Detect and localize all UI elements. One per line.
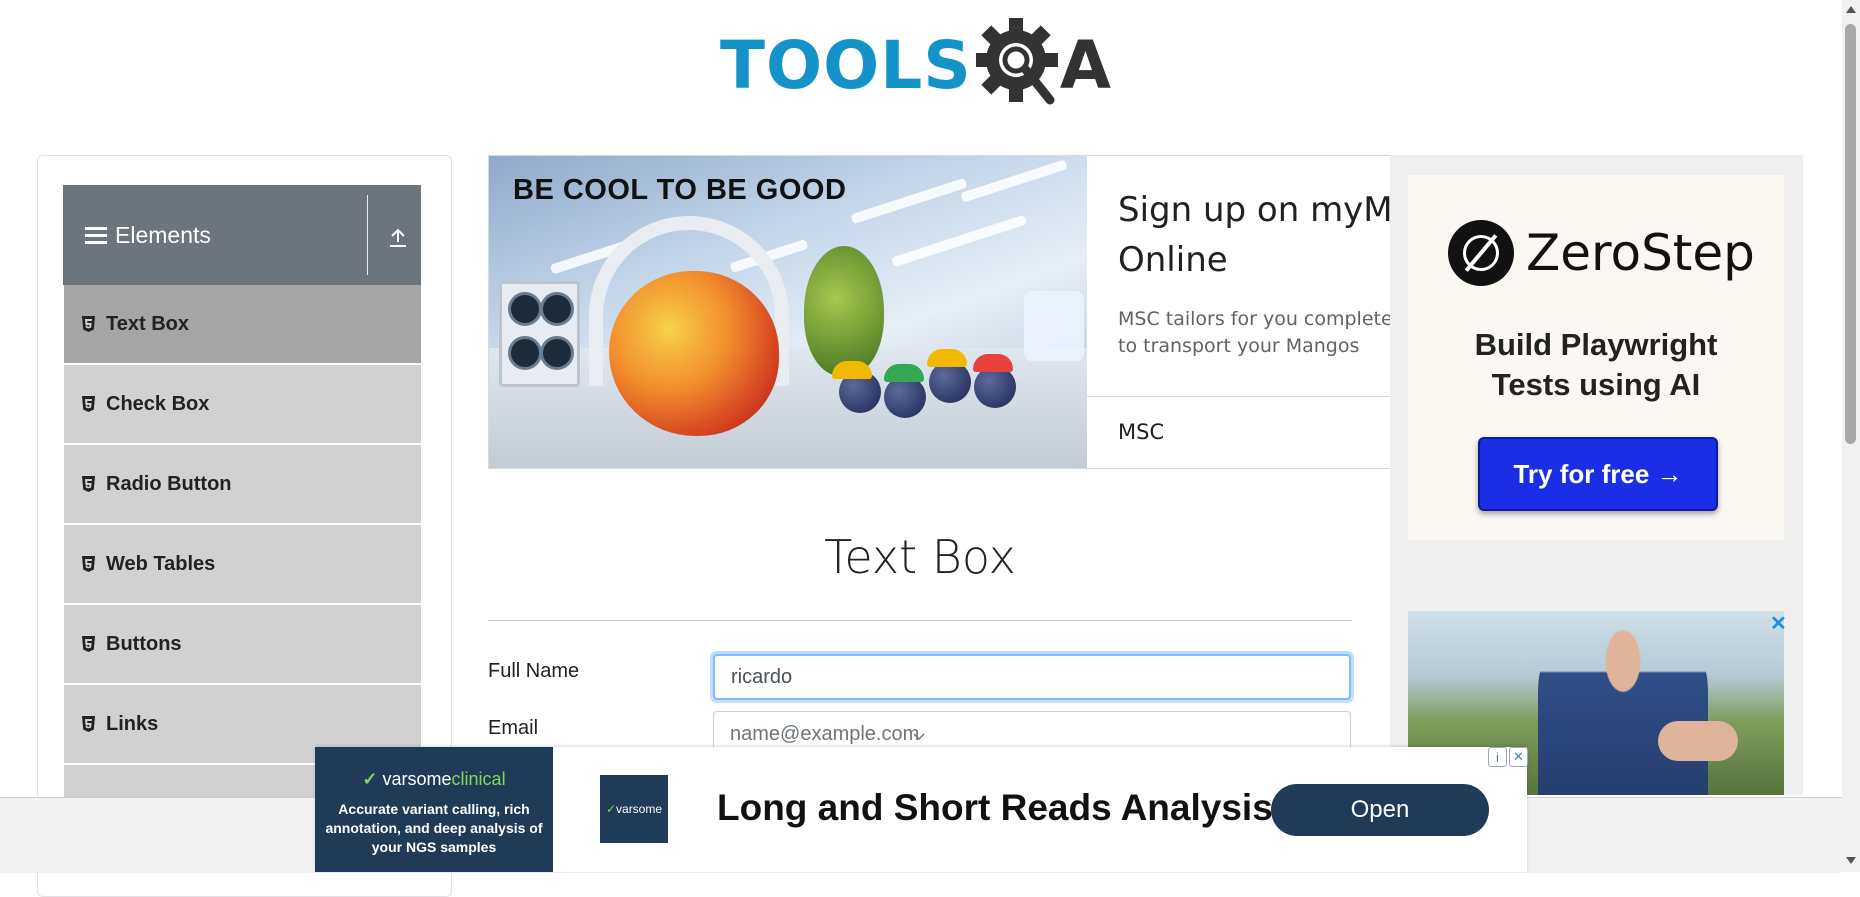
- varsome-brand-main: varsome: [382, 769, 452, 789]
- varsome-ad[interactable]: ✓ varsomeclinical Accurate variant calli…: [315, 747, 1528, 872]
- zerostep-tagline-line1: Build Playwright: [1474, 327, 1718, 362]
- adchoices[interactable]: i ✕: [1488, 747, 1528, 767]
- varsome-brand-sub: clinical: [451, 769, 506, 789]
- html5-icon: [82, 556, 95, 572]
- scroll-up-arrow-icon[interactable]: [1846, 6, 1856, 13]
- autofill-chevron-icon: [913, 733, 925, 741]
- sidebar-item-text-box[interactable]: Text Box: [64, 285, 421, 364]
- sidebar-group-elements[interactable]: Elements: [63, 185, 421, 285]
- toolsqa-logo[interactable]: TOOLS A: [720, 18, 1111, 114]
- scrollbar-thumb[interactable]: [1845, 24, 1856, 444]
- html5-icon: [82, 636, 95, 652]
- sidebar-item-label: Radio Button: [106, 472, 232, 495]
- collapse-arrow-up-icon[interactable]: [389, 227, 407, 247]
- sidebar-item-label: Buttons: [106, 632, 182, 655]
- banner-ad-image: BE COOL TO BE GOOD: [489, 156, 1087, 468]
- title-divider: [488, 620, 1352, 621]
- ad-info-icon[interactable]: i: [1488, 747, 1507, 767]
- html5-icon: [82, 476, 95, 492]
- header-divider: [367, 195, 368, 275]
- banner-ad-description-line1: MSC tailors for you complete: [1118, 308, 1390, 330]
- sidebar-item-web-tables[interactable]: Web Tables: [64, 525, 421, 604]
- zerostep-logo-icon: [1448, 220, 1514, 286]
- zerostep-tagline-line2: Tests using AI: [1491, 367, 1701, 402]
- varsome-headline: Long and Short Reads Analysis: [717, 787, 1273, 828]
- sidebar-item-label: Check Box: [106, 392, 210, 415]
- close-ad-icon[interactable]: ✕: [1770, 611, 1787, 636]
- sidebar-item-radio-button[interactable]: Radio Button: [64, 445, 421, 524]
- zerostep-ad-card[interactable]: ZeroStep Build Playwright Tests using AI…: [1408, 175, 1784, 540]
- varsome-thumbnail-text: varsome: [616, 802, 663, 816]
- zerostep-logo: ZeroStep: [1448, 220, 1755, 286]
- sidebar-item-buttons[interactable]: Buttons: [64, 605, 421, 684]
- zerostep-tagline: Build Playwright Tests using AI: [1408, 325, 1784, 405]
- hamburger-icon: [85, 226, 107, 244]
- sidebar-item-label: Links: [106, 712, 159, 735]
- full-name-input[interactable]: [713, 654, 1351, 700]
- varsome-ad-left-panel: ✓ varsomeclinical Accurate variant calli…: [315, 747, 553, 872]
- full-name-label: Full Name: [488, 660, 580, 682]
- varsome-brand: ✓ varsomeclinical: [362, 769, 506, 789]
- open-button[interactable]: Open: [1271, 784, 1489, 836]
- banner-ad-description-line2: to transport your Mangos: [1118, 335, 1360, 357]
- side-ad[interactable]: ZeroStep Build Playwright Tests using AI…: [1390, 155, 1803, 795]
- ad-close-icon[interactable]: ✕: [1509, 747, 1528, 767]
- varsome-thumbnail: ✓ varsome: [600, 775, 668, 843]
- sidebar-item-label: Web Tables: [106, 552, 216, 575]
- banner-ad-headline-line1: Sign up on myMSC: [1118, 190, 1390, 230]
- sidebar-group-title: Elements: [115, 221, 211, 248]
- banner-ad-separator: [1087, 396, 1390, 397]
- varsome-description: Accurate variant calling, rich annotatio…: [325, 801, 543, 855]
- try-for-free-button[interactable]: Try for free →: [1478, 437, 1718, 511]
- zerostep-brand: ZeroStep: [1526, 224, 1755, 282]
- logo-text-tools: TOOLS: [720, 27, 972, 104]
- email-label: Email: [488, 717, 539, 739]
- gear-magnifier-icon: [975, 18, 1058, 105]
- sidebar-item-label: Text Box: [106, 312, 189, 335]
- vertical-scrollbar[interactable]: [1842, 0, 1860, 872]
- html5-icon: [82, 396, 95, 412]
- scroll-down-arrow-icon[interactable]: [1846, 857, 1856, 864]
- banner-ad-headline-line2: Online: [1118, 240, 1228, 280]
- html5-icon: [82, 316, 95, 332]
- logo-text-a: A: [1059, 27, 1111, 104]
- banner-ad-brand[interactable]: MSC: [1118, 420, 1164, 444]
- banner-art-title: BE COOL TO BE GOOD: [513, 174, 847, 206]
- html5-icon: [82, 716, 95, 732]
- page-title: Text Box: [824, 530, 1016, 584]
- sidebar-item-check-box[interactable]: Check Box: [64, 365, 421, 444]
